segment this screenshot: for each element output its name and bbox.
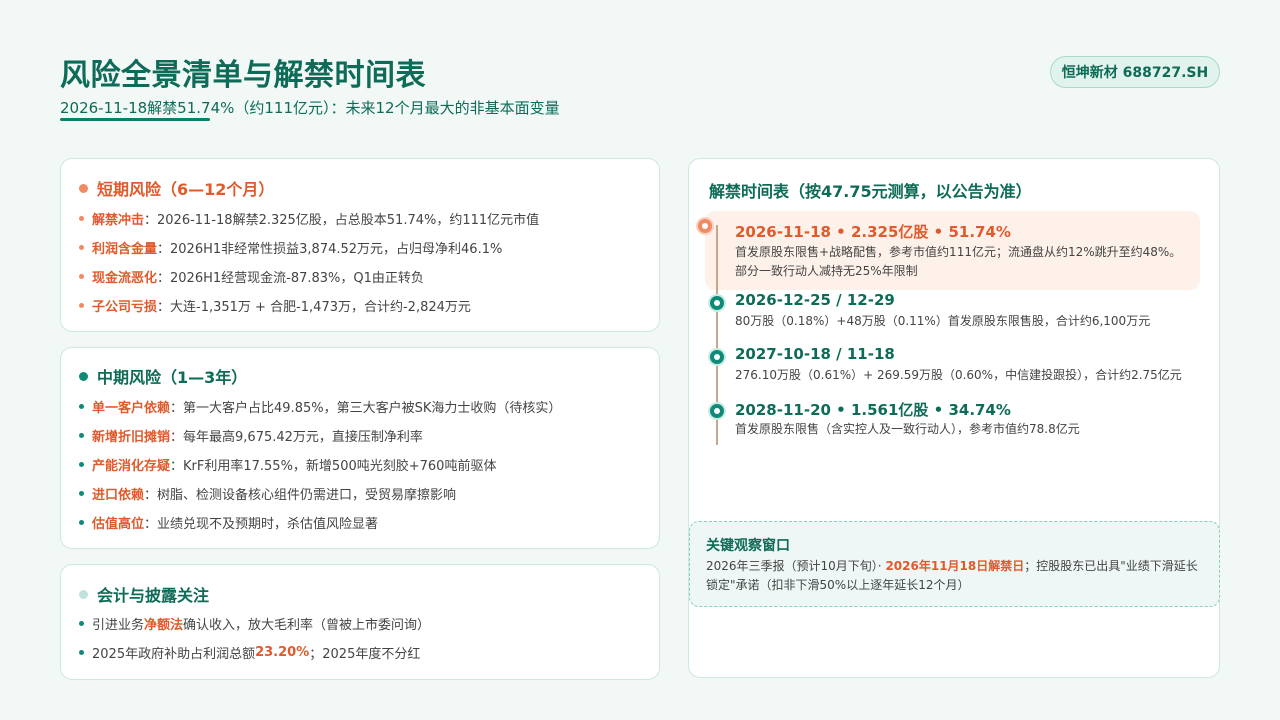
risk-key: 单一客户依赖 — [92, 401, 171, 416]
watch-text: 2026年三季报（预计10月下旬）· — [706, 559, 886, 573]
bullet-dot-icon — [79, 371, 88, 381]
risk-text: ：树脂、检测设备核心组件仍需进口，受贸易摩擦影响 — [144, 488, 457, 503]
mid-term-risk-title: 中期风险（1—3年） — [79, 364, 247, 388]
accounting-text: 2025年政府补助占利润总额 — [92, 647, 256, 662]
bullet-dot-icon — [79, 216, 84, 221]
timeline-event-head: 2026-11-18 • 2.325亿股 • 51.74% — [735, 223, 1011, 241]
timeline-event-desc: 部分一致行动人减持无25%年限制 — [735, 264, 918, 278]
short-term-risk-card: 短期风险（6—12个月） 解禁冲击 ：2026-11-18解禁2.325亿股，占… — [60, 158, 660, 332]
list-item: 2025年政府补助占利润总额 23.20% ；2025年度不分红 — [79, 643, 420, 662]
accounting-highlight: 23.20% — [255, 645, 310, 660]
bullet-dot-icon — [79, 274, 84, 279]
timeline-event-desc: 80万股（0.18%）+48万股（0.11%）首发原股东限售股，合计约6,100… — [735, 314, 1151, 328]
accounting-title-text: 会计与披露关注 — [97, 586, 210, 605]
key-watch-window: 关键观察窗口 2026年三季报（预计10月下旬）· 2026年11月18日解禁日… — [689, 521, 1220, 607]
timeline-node-icon — [708, 402, 726, 420]
list-item: 子公司亏损 ：大连-1,351万 + 合肥-1,473万，合计约-2,824万元 — [79, 296, 471, 315]
accounting-title: 会计与披露关注 — [79, 582, 209, 606]
ticker-badge: 恒坤新材 688727.SH — [1050, 56, 1220, 88]
risk-key: 子公司亏损 — [92, 300, 158, 315]
bullet-dot-icon — [79, 404, 84, 409]
bullet-dot-icon — [79, 621, 84, 626]
watch-body: 2026年三季报（预计10月下旬）· 2026年11月18日解禁日；控股股东已出… — [706, 557, 1206, 595]
risk-text: ：2026H1非经常性损益3,874.52万元，占归母净利46.1% — [157, 242, 503, 257]
timeline-event-head: 2026-12-25 / 12-29 — [735, 291, 895, 309]
accounting-highlight: 净额法 — [144, 618, 184, 633]
list-item: 进口依赖 ：树脂、检测设备核心组件仍需进口，受贸易摩擦影响 — [79, 484, 456, 503]
list-item: 单一客户依赖 ：第一大客户占比49.85%，第三大客户被SK海力士收购（待核实） — [79, 397, 561, 416]
bullet-dot-icon — [79, 183, 88, 193]
risk-key: 估值高位 — [92, 517, 145, 532]
bullet-dot-icon — [79, 491, 84, 496]
accounting-text: ；2025年度不分红 — [309, 647, 421, 662]
short-term-risk-title-text: 短期风险（6—12个月） — [97, 180, 275, 199]
timeline-title: 解禁时间表（按47.75元测算，以公告为准） — [709, 182, 1032, 201]
risk-text: ：第一大客户占比49.85%，第三大客户被SK海力士收购（待核实） — [170, 401, 562, 416]
mid-term-risk-card: 中期风险（1—3年） 单一客户依赖 ：第一大客户占比49.85%，第三大客户被S… — [60, 347, 660, 549]
timeline-event-desc: 首发原股东限售（含实控人及一致行动人），参考市值约78.8亿元 — [735, 422, 1080, 436]
timeline-event-desc: 首发原股东限售+战略配售，参考市值约111亿元；流通盘从约12%跳升至约48%。 — [735, 245, 1182, 259]
risk-text: ：2026-11-18解禁2.325亿股，占总股本51.74%，约111亿元市值 — [144, 213, 540, 228]
risk-key: 利润含金量 — [92, 242, 158, 257]
timeline-event-desc: 276.10万股（0.61%）+ 269.59万股（0.60%，中信建投跟投），… — [735, 368, 1182, 382]
short-term-risk-title: 短期风险（6—12个月） — [79, 176, 274, 200]
page-title: 风险全景清单与解禁时间表 — [60, 58, 426, 93]
risk-key: 现金流恶化 — [92, 271, 158, 286]
list-item: 引进业务 净额法 确认收入，放大毛利率（曾被上市委问询） — [79, 614, 430, 633]
risk-key: 新增折旧摊销 — [92, 430, 171, 445]
list-item: 解禁冲击 ：2026-11-18解禁2.325亿股，占总股本51.74%，约11… — [79, 209, 539, 228]
accounting-text: 确认收入，放大毛利率（曾被上市委问询） — [183, 618, 431, 633]
bullet-dot-icon — [79, 520, 84, 525]
risk-key: 产能消化存疑 — [92, 459, 171, 474]
risk-text: ：大连-1,351万 + 合肥-1,473万，合计约-2,824万元 — [157, 300, 471, 315]
list-item: 产能消化存疑 ：KrF利用率17.55%，新增500吨光刻胶+760吨前驱体 — [79, 455, 496, 474]
subtitle-underline — [60, 118, 210, 121]
bullet-dot-icon — [79, 303, 84, 308]
bullet-dot-icon — [79, 245, 84, 250]
risk-text: ：KrF利用率17.55%，新增500吨光刻胶+760吨前驱体 — [170, 459, 497, 474]
unlock-timeline-card: 解禁时间表（按47.75元测算，以公告为准） 2026-11-18 • 2.32… — [688, 158, 1220, 678]
watch-title: 关键观察窗口 — [706, 538, 790, 554]
risk-key: 解禁冲击 — [92, 213, 145, 228]
list-item: 现金流恶化 ：2026H1经营现金流-87.83%，Q1由正转负 — [79, 267, 424, 286]
mid-term-risk-title-text: 中期风险（1—3年） — [97, 368, 248, 387]
timeline-node-icon — [708, 348, 726, 366]
risk-text: ：每年最高9,675.42万元，直接压制净利率 — [170, 430, 423, 445]
risk-text: ：业绩兑现不及预期时，杀估值风险显著 — [144, 517, 379, 532]
list-item: 利润含金量 ：2026H1非经常性损益3,874.52万元，占归母净利46.1% — [79, 238, 502, 257]
risk-key: 进口依赖 — [92, 488, 145, 503]
timeline-node-icon — [708, 294, 726, 312]
timeline-event-head: 2028-11-20 • 1.561亿股 • 34.74% — [735, 401, 1011, 419]
accounting-disclosure-card: 会计与披露关注 引进业务 净额法 确认收入，放大毛利率（曾被上市委问询） 202… — [60, 564, 660, 680]
bullet-dot-icon — [79, 433, 84, 438]
list-item: 估值高位 ：业绩兑现不及预期时，杀估值风险显著 — [79, 513, 378, 532]
bullet-dot-icon — [79, 589, 88, 599]
bullet-dot-icon — [79, 650, 84, 655]
page-subtitle: 2026-11-18解禁51.74%（约111亿元）：未来12个月最大的非基本面… — [60, 99, 560, 117]
timeline-event-head: 2027-10-18 / 11-18 — [735, 345, 895, 363]
timeline-node-icon — [696, 217, 714, 235]
bullet-dot-icon — [79, 462, 84, 467]
risk-text: ：2026H1经营现金流-87.83%，Q1由正转负 — [157, 271, 424, 286]
watch-highlight: 2026年11月18日解禁日 — [885, 559, 1025, 573]
list-item: 新增折旧摊销 ：每年最高9,675.42万元，直接压制净利率 — [79, 426, 423, 445]
accounting-text: 引进业务 — [92, 618, 145, 633]
